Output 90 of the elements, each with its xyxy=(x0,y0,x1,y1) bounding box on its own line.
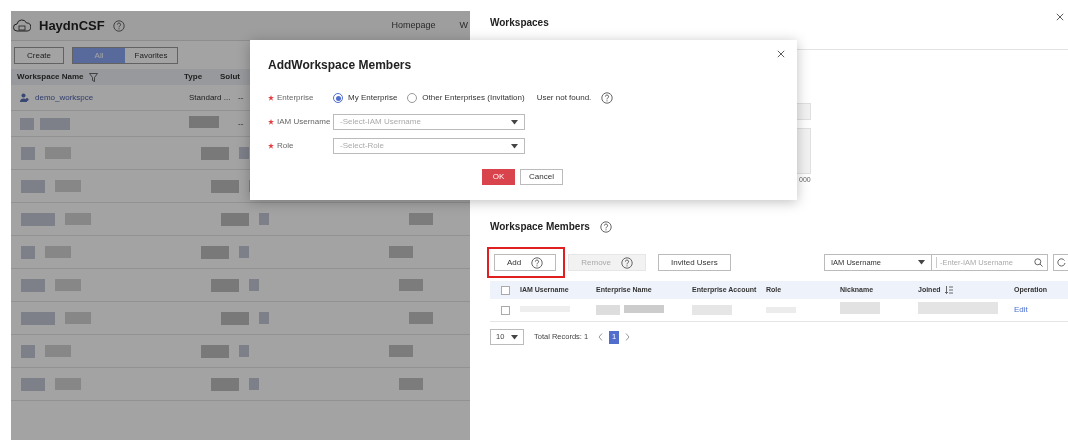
redacted-text xyxy=(189,115,219,128)
redacted-text xyxy=(211,377,239,391)
redacted-text xyxy=(55,378,81,390)
column-header: Solut xyxy=(220,71,240,83)
redacted-text xyxy=(409,312,433,324)
toolbar-button[interactable]: Add xyxy=(494,254,557,271)
caret-icon xyxy=(511,334,518,340)
redacted-text xyxy=(692,305,732,315)
redacted-text xyxy=(259,213,269,225)
redacted-text xyxy=(21,344,35,358)
dialog-title: AddWorkspace Members xyxy=(268,57,413,74)
close-icon[interactable] xyxy=(777,50,785,58)
redacted-text xyxy=(221,212,249,226)
redacted-text xyxy=(249,279,259,291)
redacted-text xyxy=(20,117,34,130)
sort-icon[interactable] xyxy=(944,286,953,294)
redacted-text xyxy=(201,245,229,259)
caret-icon xyxy=(511,143,518,149)
redacted-text xyxy=(624,305,664,313)
redacted-text xyxy=(239,345,249,357)
redacted-text xyxy=(239,246,249,258)
redacted-text xyxy=(259,312,269,324)
redacted-text xyxy=(21,245,35,259)
cloud-logo-icon xyxy=(13,17,31,34)
nav-link[interactable]: W xyxy=(459,18,468,33)
search-icon[interactable] xyxy=(1034,258,1043,267)
redacted-text xyxy=(21,179,45,193)
refresh-button[interactable] xyxy=(1053,254,1068,271)
field-label: Enterprise xyxy=(277,92,314,104)
app-name: HaydnCSF xyxy=(39,16,105,35)
redacted-text xyxy=(45,345,71,357)
redacted-text xyxy=(45,246,71,258)
caret-icon xyxy=(511,119,518,125)
redacted-text xyxy=(21,311,55,325)
redacted-text xyxy=(840,302,880,314)
next-page-icon[interactable] xyxy=(625,333,631,341)
help-icon[interactable] xyxy=(112,19,125,32)
radio-option[interactable]: Other Enterprises (Invitation) xyxy=(407,92,525,104)
help-icon[interactable] xyxy=(599,220,612,233)
redacted-text xyxy=(221,311,249,325)
redacted-text xyxy=(21,146,35,160)
redacted-text xyxy=(239,147,249,159)
create-button[interactable]: Create xyxy=(14,47,64,64)
edit-link[interactable]: Edit xyxy=(1014,304,1028,316)
field-label: IAM Username xyxy=(277,116,331,128)
redacted-text xyxy=(201,344,229,358)
filter-icon[interactable] xyxy=(88,72,98,82)
redacted-text xyxy=(21,377,45,391)
redacted-text xyxy=(21,278,45,292)
redacted-text xyxy=(201,146,229,160)
table-cell: Standard ... xyxy=(189,92,231,102)
redacted-text xyxy=(399,279,423,291)
redacted-text xyxy=(249,378,259,390)
drawer-title: Workspaces xyxy=(490,16,550,30)
section-title: Workspace Members xyxy=(490,220,590,234)
field-label: Role xyxy=(277,140,294,152)
redacted-text xyxy=(211,278,239,292)
users-icon xyxy=(20,93,29,102)
cancel-button[interactable]: Cancel xyxy=(520,169,563,185)
table-cell: -- xyxy=(238,91,244,104)
caret-icon xyxy=(918,260,925,265)
column-header: Type xyxy=(184,71,204,83)
help-icon[interactable] xyxy=(531,256,544,269)
redacted-text xyxy=(45,147,71,159)
column-header: Workspace Name xyxy=(17,71,84,83)
nav-link[interactable]: Homepage xyxy=(391,18,436,33)
table-cell: -- xyxy=(238,117,244,130)
toolbar-button[interactable]: Invited Users xyxy=(658,254,731,271)
workspace-link[interactable]: demo_workspce xyxy=(35,91,94,104)
redacted-text xyxy=(55,180,81,192)
status-note: User not found. xyxy=(536,92,592,104)
radio-option[interactable]: My Enterprise xyxy=(333,92,398,104)
redacted-text xyxy=(389,246,413,258)
previous-page-icon[interactable] xyxy=(598,333,604,341)
redacted-text xyxy=(40,117,70,130)
redacted-text xyxy=(389,345,413,357)
redacted-text xyxy=(55,279,81,291)
close-icon[interactable] xyxy=(1056,13,1064,21)
redacted-text xyxy=(21,212,55,226)
redacted-text xyxy=(596,305,620,315)
help-icon[interactable] xyxy=(601,92,614,104)
redacted-text xyxy=(211,179,239,193)
checkbox[interactable] xyxy=(500,305,510,315)
checkbox[interactable] xyxy=(500,285,510,295)
redacted-text xyxy=(65,312,91,324)
redacted-text xyxy=(65,213,91,225)
refresh-icon xyxy=(1056,258,1066,267)
ok-button[interactable]: OK xyxy=(482,169,515,185)
redacted-text xyxy=(399,378,423,390)
redacted-text xyxy=(409,213,433,225)
